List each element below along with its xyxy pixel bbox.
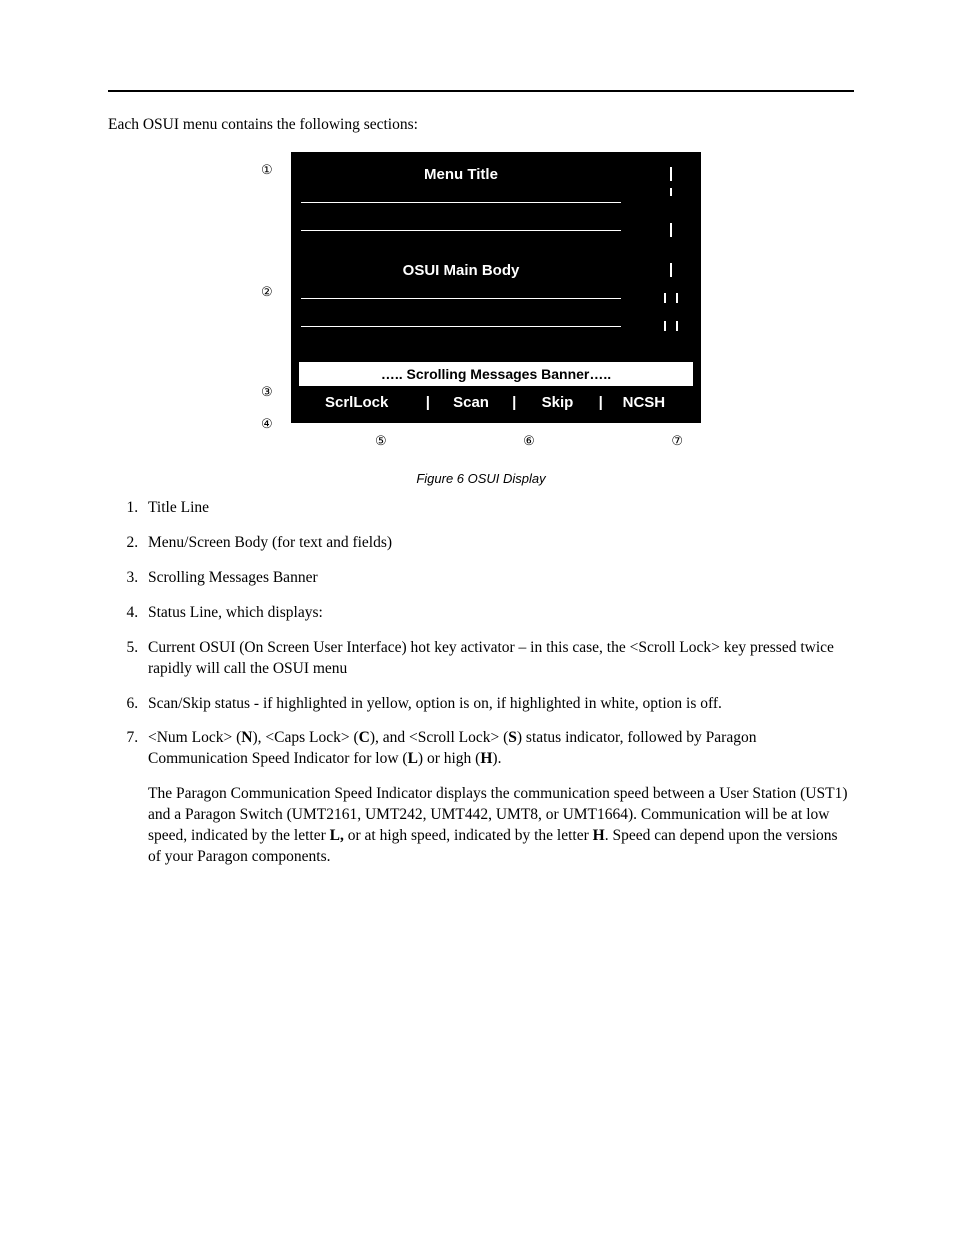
list-item: <Num Lock> (N), <Caps Lock> (C), and <Sc… [142, 728, 854, 868]
bold-L2: L, [330, 827, 344, 844]
status-skip: Skip [524, 394, 590, 411]
list-item: Title Line [142, 498, 854, 519]
menu-title-label: Menu Title [301, 166, 621, 183]
text: ) or high ( [418, 750, 480, 767]
status-sep: | [599, 394, 603, 411]
status-scrllock: ScrlLock [315, 394, 418, 411]
status-sep: | [512, 394, 516, 411]
callout-6: ⑥ [478, 433, 581, 449]
bold-H2: H [593, 827, 605, 844]
intro-text: Each OSUI menu contains the following se… [108, 116, 854, 134]
bold-S: S [508, 729, 517, 746]
text: <Num Lock> ( [148, 729, 241, 746]
list-item: Menu/Screen Body (for text and fields) [142, 533, 854, 554]
status-scan: Scan [438, 394, 504, 411]
list-item: Current OSUI (On Screen User Interface) … [142, 638, 854, 680]
bold-L: L [408, 750, 418, 767]
figure-container: ① ② ③ ④ Menu Title OSUI Main [108, 152, 854, 449]
list-item: Status Line, which displays: [142, 603, 854, 624]
scrolling-banner: ….. Scrolling Messages Banner….. [299, 362, 693, 386]
left-callouts: ① ② ③ ④ [261, 152, 289, 449]
list-item: Scan/Skip status - if highlighted in yel… [142, 694, 854, 715]
list-item: Scrolling Messages Banner [142, 568, 854, 589]
status-line: ScrlLock | Scan | Skip | NCSH [301, 392, 691, 415]
bold-C: C [359, 729, 370, 746]
osui-display: Menu Title OSUI Main Body [291, 152, 701, 423]
figure-caption: Figure 6 OSUI Display [108, 471, 854, 486]
callout-7: ⑦ [580, 433, 701, 449]
bold-N: N [241, 729, 252, 746]
legend-list: Title Line Menu/Screen Body (for text an… [108, 498, 854, 868]
callout-3: ③ [261, 384, 273, 400]
status-ncsh: NCSH [611, 394, 677, 411]
header-rule [108, 90, 854, 92]
status-sep: | [426, 394, 430, 411]
text: ), <Caps Lock> ( [252, 729, 358, 746]
bottom-callouts: ⑤ ⑥ ⑦ [291, 423, 701, 449]
main-body-label: OSUI Main Body [301, 262, 621, 279]
text: ). [492, 750, 501, 767]
callout-5: ⑤ [321, 433, 478, 449]
text: ), and <Scroll Lock> ( [370, 729, 508, 746]
callout-2: ② [261, 284, 273, 300]
list-item-paragraph: The Paragon Communication Speed Indicato… [148, 784, 854, 868]
callout-1: ① [261, 162, 273, 178]
callout-4: ④ [261, 416, 273, 432]
text: or at high speed, indicated by the lette… [344, 827, 593, 844]
bold-H: H [480, 750, 492, 767]
